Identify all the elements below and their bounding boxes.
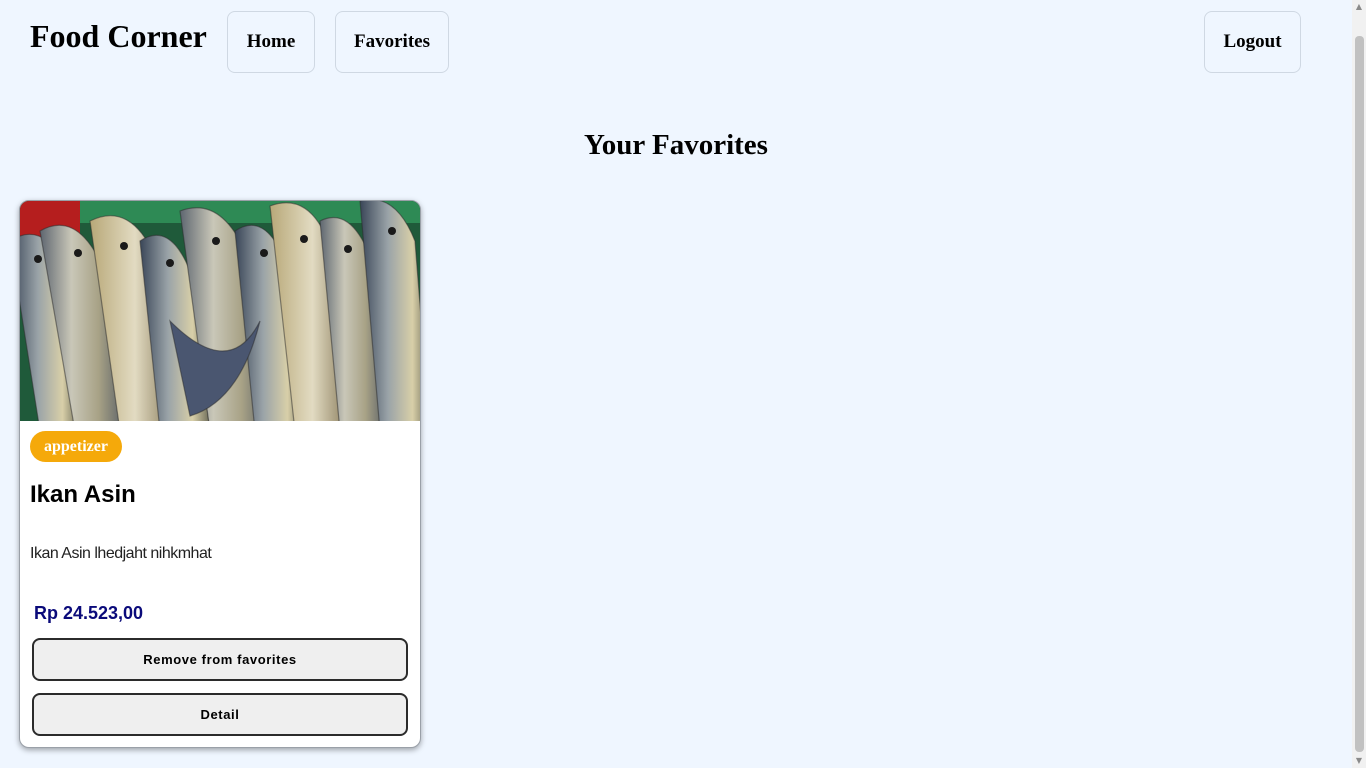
brand-logo[interactable]: Food Corner [30,16,207,56]
remove-from-favorites-button[interactable]: Remove from favorites [32,638,408,681]
food-card: appetizer Ikan Asin Ikan Asin lhedjaht n… [19,200,421,748]
scroll-down-arrow-icon[interactable]: ▼ [1352,754,1366,768]
scrollbar-thumb[interactable] [1355,36,1364,752]
food-name: Ikan Asin [30,481,136,508]
category-badge: appetizer [30,431,122,462]
vertical-scrollbar[interactable]: ▲ ▼ [1352,0,1366,768]
page: Food Corner Home Favorites Logout Your F… [0,0,1366,768]
food-image [20,201,420,421]
detail-button[interactable]: Detail [32,693,408,736]
logout-button[interactable]: Logout [1204,11,1301,73]
nav-favorites-button[interactable]: Favorites [335,11,449,73]
food-description: Ikan Asin lhedjaht nihkmhat [30,545,212,562]
page-title: Your Favorites [584,129,768,161]
food-price: Rp 24.523,00 [34,603,144,623]
scroll-up-arrow-icon[interactable]: ▲ [1352,0,1366,14]
nav-home-button[interactable]: Home [227,11,315,73]
